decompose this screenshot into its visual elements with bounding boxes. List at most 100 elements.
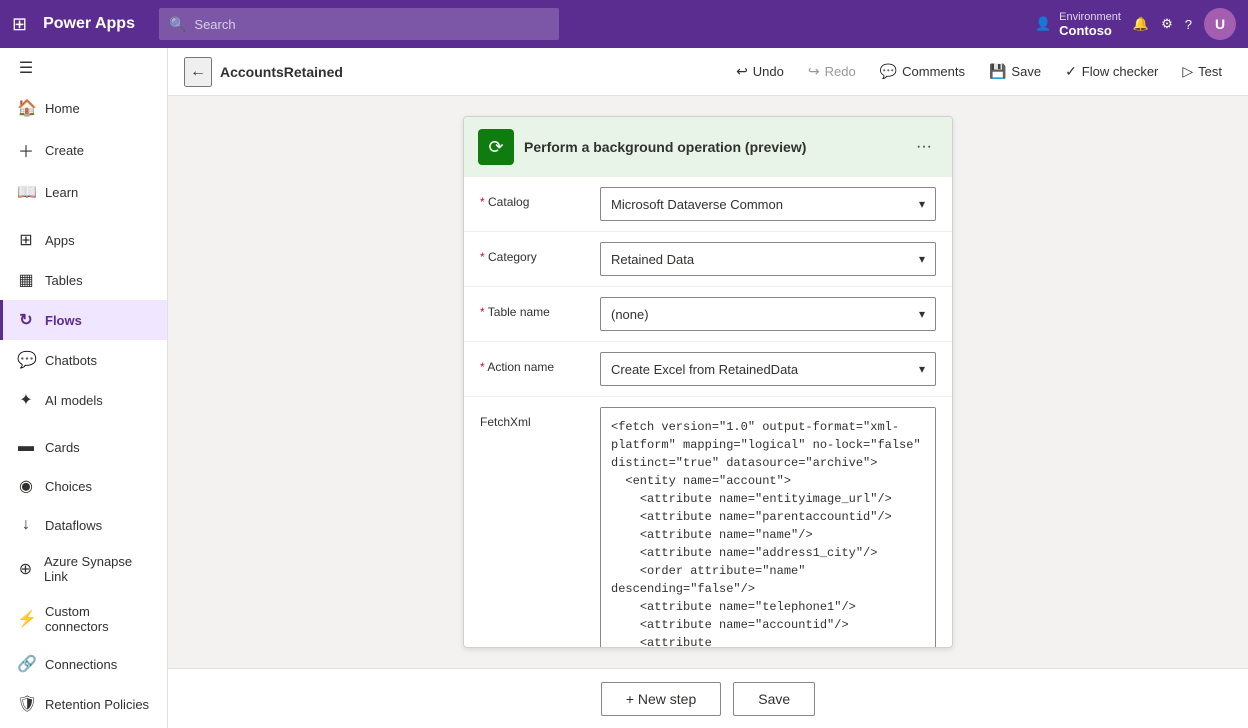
sidebar-item-cards[interactable]: ▬ Cards <box>0 428 167 466</box>
undo-icon: ↩ <box>736 63 748 80</box>
fetchxml-textarea[interactable] <box>600 407 936 648</box>
flows-icon: ↻ <box>17 310 35 330</box>
category-required-marker: * <box>480 250 488 264</box>
category-selected-value: Retained Data <box>611 252 694 267</box>
app-brand: Power Apps <box>43 15 135 33</box>
sidebar-label-learn: Learn <box>45 185 78 200</box>
action-name-field-row: * Action name Create Excel from Retained… <box>464 342 952 397</box>
sidebar-item-learn[interactable]: 📖 Learn <box>0 172 167 212</box>
environment-info: 👤 Environment Contoso <box>1035 11 1121 38</box>
ai-models-icon: ✦ <box>17 390 35 410</box>
breadcrumb: AccountsRetained <box>220 64 343 80</box>
catalog-dropdown[interactable]: Microsoft Dataverse Common ▾ <box>600 187 936 221</box>
category-dropdown[interactable]: Retained Data ▾ <box>600 242 936 276</box>
sidebar-label-custom-connectors: Custom connectors <box>45 604 153 634</box>
save-label: Save <box>1011 64 1041 79</box>
toolbar: ← AccountsRetained ↩ Undo ↪ Redo 💬 Comme… <box>168 48 1248 96</box>
sidebar-item-solutions[interactable]: ◫ Solutions <box>0 724 167 728</box>
notification-icon[interactable]: 🔔 <box>1133 16 1149 32</box>
step-more-button[interactable]: ··· <box>910 134 938 160</box>
search-icon: 🔍 <box>169 16 186 33</box>
comments-label: Comments <box>902 64 965 79</box>
category-value: Retained Data ▾ <box>600 242 936 276</box>
sidebar-label-choices: Choices <box>45 479 92 494</box>
sidebar-label-tables: Tables <box>45 273 83 288</box>
environment-person-icon: 👤 <box>1035 16 1051 32</box>
tables-icon: ▦ <box>17 270 35 290</box>
redo-icon: ↪ <box>808 63 820 80</box>
sidebar: ☰ 🏠 Home ＋ Create 📖 Learn ⊞ Apps ▦ Table… <box>0 48 168 728</box>
sidebar-label-create: Create <box>45 143 84 158</box>
sidebar-item-create[interactable]: ＋ Create <box>0 128 167 172</box>
sidebar-item-dataflows[interactable]: ↓ Dataflows <box>0 506 167 544</box>
bottom-bar: + New step Save <box>168 668 1248 728</box>
retention-icon: 🛡 <box>17 694 35 714</box>
table-name-dropdown[interactable]: (none) ▾ <box>600 297 936 331</box>
back-button[interactable]: ← <box>184 57 212 87</box>
chatbots-icon: 💬 <box>17 350 35 370</box>
table-required-marker: * <box>480 305 488 319</box>
redo-button[interactable]: ↪ Redo <box>798 57 866 86</box>
test-label: Test <box>1198 64 1222 79</box>
waffle-icon[interactable]: ⊞ <box>12 14 27 35</box>
top-navigation: ⊞ Power Apps 🔍 👤 Environment Contoso 🔔 ⚙… <box>0 0 1248 48</box>
sidebar-label-cards: Cards <box>45 440 80 455</box>
sidebar-item-apps[interactable]: ⊞ Apps <box>0 220 167 260</box>
sidebar-item-flows[interactable]: ↻ Flows <box>0 300 167 340</box>
connections-icon: 🔗 <box>17 654 35 674</box>
sidebar-item-home[interactable]: 🏠 Home <box>0 88 167 128</box>
environment-name: Contoso <box>1059 23 1121 38</box>
table-name-chevron-icon: ▾ <box>919 307 925 321</box>
new-step-button[interactable]: + New step <box>601 682 721 716</box>
step-title: Perform a background operation (preview) <box>524 139 900 155</box>
sidebar-item-retention[interactable]: 🛡 Retention Policies <box>0 684 167 724</box>
table-name-value: (none) ▾ <box>600 297 936 331</box>
sidebar-collapse[interactable]: ☰ <box>0 48 167 88</box>
avatar[interactable]: U <box>1204 8 1236 40</box>
step-card: ⟳ Perform a background operation (previe… <box>463 116 953 648</box>
catalog-selected-value: Microsoft Dataverse Common <box>611 197 783 212</box>
action-name-dropdown[interactable]: Create Excel from RetainedData ▾ <box>600 352 936 386</box>
comments-button[interactable]: 💬 Comments <box>870 57 975 86</box>
flow-checker-label: Flow checker <box>1082 64 1159 79</box>
sidebar-item-custom-connectors[interactable]: ⚡ Custom connectors <box>0 594 167 644</box>
flow-checker-button[interactable]: ✓ Flow checker <box>1055 57 1168 86</box>
save-button[interactable]: 💾 Save <box>979 57 1051 86</box>
search-box[interactable]: 🔍 <box>159 8 559 40</box>
settings-icon[interactable]: ⚙ <box>1161 16 1173 32</box>
sidebar-label-home: Home <box>45 101 80 116</box>
azure-synapse-icon: ⊕ <box>17 559 34 579</box>
sidebar-item-ai-models[interactable]: ✦ AI models <box>0 380 167 420</box>
save-bottom-button[interactable]: Save <box>733 682 815 716</box>
test-icon: ▷ <box>1182 63 1193 80</box>
test-button[interactable]: ▷ Test <box>1172 57 1232 86</box>
undo-button[interactable]: ↩ Undo <box>726 57 794 86</box>
sidebar-item-connections[interactable]: 🔗 Connections <box>0 644 167 684</box>
sidebar-label-azure-synapse: Azure Synapse Link <box>44 554 153 584</box>
category-chevron-icon: ▾ <box>919 252 925 266</box>
sidebar-item-choices[interactable]: ◉ Choices <box>0 466 167 506</box>
dataflows-icon: ↓ <box>17 516 35 534</box>
search-input[interactable] <box>194 17 549 32</box>
sidebar-label-dataflows: Dataflows <box>45 518 102 533</box>
undo-label: Undo <box>753 64 784 79</box>
cards-icon: ▬ <box>17 438 35 456</box>
sidebar-item-chatbots[interactable]: 💬 Chatbots <box>0 340 167 380</box>
catalog-field-row: * Catalog Microsoft Dataverse Common ▾ <box>464 177 952 232</box>
action-name-value: Create Excel from RetainedData ▾ <box>600 352 936 386</box>
choices-icon: ◉ <box>17 476 35 496</box>
sidebar-item-tables[interactable]: ▦ Tables <box>0 260 167 300</box>
help-icon[interactable]: ? <box>1185 17 1192 32</box>
learn-icon: 📖 <box>17 182 35 202</box>
action-name-label: * Action name <box>480 352 590 374</box>
toolbar-actions: ↩ Undo ↪ Redo 💬 Comments 💾 Save ✓ Fl <box>726 57 1232 86</box>
table-name-selected-value: (none) <box>611 307 649 322</box>
step-body: * Catalog Microsoft Dataverse Common ▾ <box>464 177 952 648</box>
category-label: * Category <box>480 242 590 264</box>
redo-label: Redo <box>825 64 856 79</box>
flow-checker-icon: ✓ <box>1065 63 1077 80</box>
sidebar-item-azure-synapse[interactable]: ⊕ Azure Synapse Link <box>0 544 167 594</box>
environment-label: Environment <box>1059 11 1121 23</box>
fetchxml-value <box>600 407 936 648</box>
home-icon: 🏠 <box>17 98 35 118</box>
